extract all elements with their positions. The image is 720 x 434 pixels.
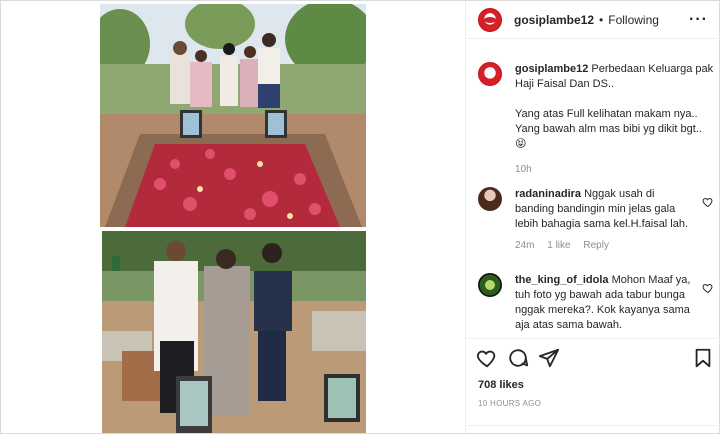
author-avatar[interactable] bbox=[478, 7, 502, 32]
post-timestamp: 10 HOURS AGO bbox=[478, 399, 542, 408]
caption-text-line2: Yang atas Full kelihatan makam nya.. Yan… bbox=[515, 108, 702, 135]
caption-avatar[interactable] bbox=[478, 62, 502, 86]
caption-username[interactable]: gosiplambe12 bbox=[515, 63, 588, 75]
bookmark-icon[interactable] bbox=[692, 347, 714, 369]
commenter-avatar[interactable] bbox=[478, 273, 502, 297]
add-comment-section[interactable] bbox=[466, 425, 720, 434]
caption-body: gosiplambe12 Perbedaan Keluarga pak Haji… bbox=[515, 62, 715, 177]
comment-time[interactable]: 24m bbox=[515, 240, 534, 251]
header-separator: • bbox=[599, 12, 604, 27]
comment-bubble-icon[interactable] bbox=[507, 347, 529, 369]
comment-username[interactable]: radaninadira bbox=[515, 188, 581, 200]
more-horizontal-icon[interactable]: ··· bbox=[689, 11, 708, 29]
photo-family-at-grave-bottom bbox=[102, 231, 366, 433]
following-button[interactable]: Following bbox=[608, 13, 659, 27]
comment-username[interactable]: the_king_of_idola bbox=[515, 274, 609, 286]
post-media[interactable] bbox=[1, 1, 465, 433]
likes-count[interactable]: 708 likes bbox=[478, 379, 524, 391]
reply-button[interactable]: Reply bbox=[583, 240, 609, 251]
comment-body: the_king_of_idola Mohon Maaf ya, tuh fot… bbox=[515, 273, 693, 333]
post-header: gosiplambe12 • Following ··· bbox=[466, 1, 720, 39]
heart-icon[interactable] bbox=[702, 282, 714, 294]
author-username[interactable]: gosiplambe12 bbox=[514, 13, 594, 27]
share-paper-plane-icon[interactable] bbox=[538, 347, 560, 369]
post-actions: 708 likes 10 HOURS AGO bbox=[466, 338, 720, 433]
caption-emoji: 😝 bbox=[515, 138, 527, 150]
photo-family-at-grave-top bbox=[100, 4, 366, 227]
heart-icon[interactable] bbox=[702, 196, 714, 208]
like-heart-icon[interactable] bbox=[476, 347, 498, 369]
post-details-panel: gosiplambe12 • Following ··· gosiplambe1… bbox=[465, 1, 720, 433]
comment-body: radaninadira Nggak usah di banding bandi… bbox=[515, 187, 693, 253]
caption-time[interactable]: 10h bbox=[515, 164, 532, 175]
comment-likes[interactable]: 1 like bbox=[547, 240, 570, 251]
commenter-avatar[interactable] bbox=[478, 187, 502, 211]
comments-list: gosiplambe12 Perbedaan Keluarga pak Haji… bbox=[466, 40, 720, 338]
